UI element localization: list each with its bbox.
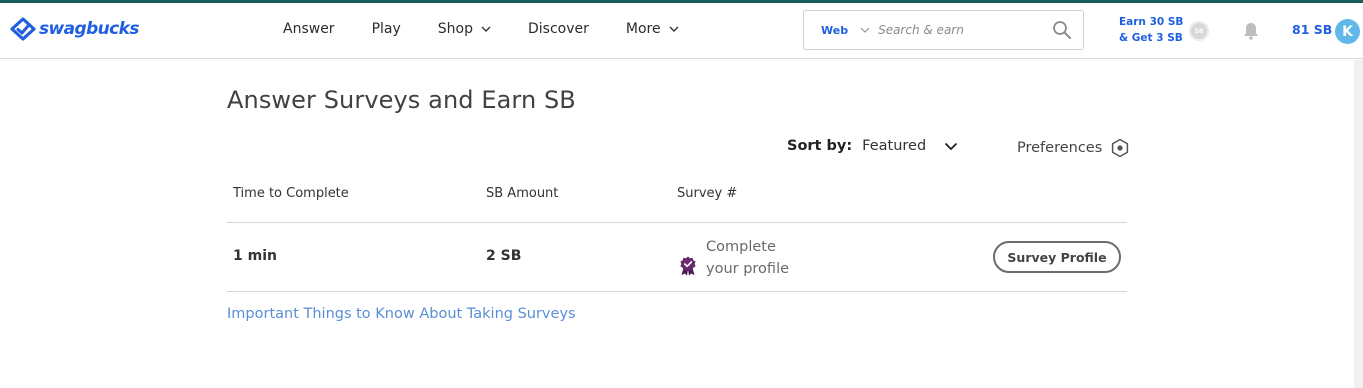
column-header-survey: Survey # bbox=[677, 186, 738, 201]
nav-play[interactable]: Play bbox=[372, 21, 401, 37]
table-divider bbox=[227, 291, 1127, 292]
table-divider bbox=[227, 222, 1127, 223]
nav-play-label: Play bbox=[371, 21, 401, 37]
site-header: swagbucks Answer Play Shop Discover More… bbox=[0, 3, 1363, 59]
chevron-down-icon bbox=[481, 26, 491, 32]
award-badge-icon bbox=[679, 256, 697, 280]
logo-mark-icon bbox=[10, 17, 36, 41]
nav-shop-label: Shop bbox=[437, 21, 473, 37]
referral-promo-link[interactable]: Earn 30 SB & Get 3 SB bbox=[1119, 14, 1183, 46]
nav-discover[interactable]: Discover bbox=[528, 21, 589, 37]
search-scope-select[interactable]: Web bbox=[821, 24, 848, 37]
survey-line-1: Complete bbox=[706, 239, 776, 255]
nav-answer[interactable]: Answer bbox=[283, 21, 335, 37]
surveys-info-link[interactable]: Important Things to Know About Taking Su… bbox=[227, 306, 576, 322]
nav-answer-label: Answer bbox=[283, 21, 335, 37]
search-icon[interactable] bbox=[1052, 20, 1072, 44]
page-title: Answer Surveys and Earn SB bbox=[227, 86, 576, 114]
column-header-amount: SB Amount bbox=[486, 186, 559, 201]
row-time: 1 min bbox=[233, 248, 277, 264]
avatar-initial: K bbox=[1342, 23, 1353, 40]
nav-shop[interactable]: Shop bbox=[438, 21, 491, 37]
promo-line-2: & Get 3 SB bbox=[1119, 32, 1183, 44]
search-input[interactable] bbox=[878, 23, 1039, 37]
preferences-label: Preferences bbox=[1017, 140, 1103, 156]
chevron-down-icon[interactable] bbox=[944, 142, 958, 151]
row-amount: 2 SB bbox=[486, 248, 522, 264]
logo-text: swagbucks bbox=[39, 19, 139, 39]
chevron-down-icon[interactable] bbox=[860, 27, 870, 33]
promo-line-1: Earn 30 SB bbox=[1119, 16, 1184, 28]
survey-line-2: your profile bbox=[706, 261, 790, 277]
search-bar: Web bbox=[803, 10, 1084, 50]
preferences-button[interactable]: Preferences bbox=[1017, 138, 1130, 158]
gear-icon bbox=[1110, 138, 1130, 158]
sb-balance[interactable]: 81 SB bbox=[1292, 22, 1332, 37]
scrollbar[interactable] bbox=[1354, 60, 1363, 388]
chevron-down-icon bbox=[669, 26, 679, 32]
sb-coin-icon[interactable]: SB bbox=[1189, 21, 1209, 41]
sort-label: Sort by: bbox=[787, 138, 853, 154]
survey-profile-button[interactable]: Survey Profile bbox=[993, 241, 1121, 273]
avatar[interactable]: K bbox=[1335, 19, 1360, 44]
nav-discover-label: Discover bbox=[528, 21, 589, 37]
column-header-time: Time to Complete bbox=[233, 186, 349, 201]
sort-control[interactable]: Sort by: Featured bbox=[787, 138, 958, 154]
nav-more-label: More bbox=[625, 21, 661, 37]
nav-more[interactable]: More bbox=[626, 21, 679, 37]
coin-label: SB bbox=[1194, 27, 1204, 35]
row-survey-description: Complete your profile bbox=[706, 236, 789, 280]
bell-icon[interactable] bbox=[1243, 22, 1259, 44]
main-nav: Answer Play Shop Discover More bbox=[283, 21, 679, 37]
swagbucks-logo[interactable]: swagbucks bbox=[9, 17, 139, 41]
sort-value[interactable]: Featured bbox=[862, 138, 926, 154]
